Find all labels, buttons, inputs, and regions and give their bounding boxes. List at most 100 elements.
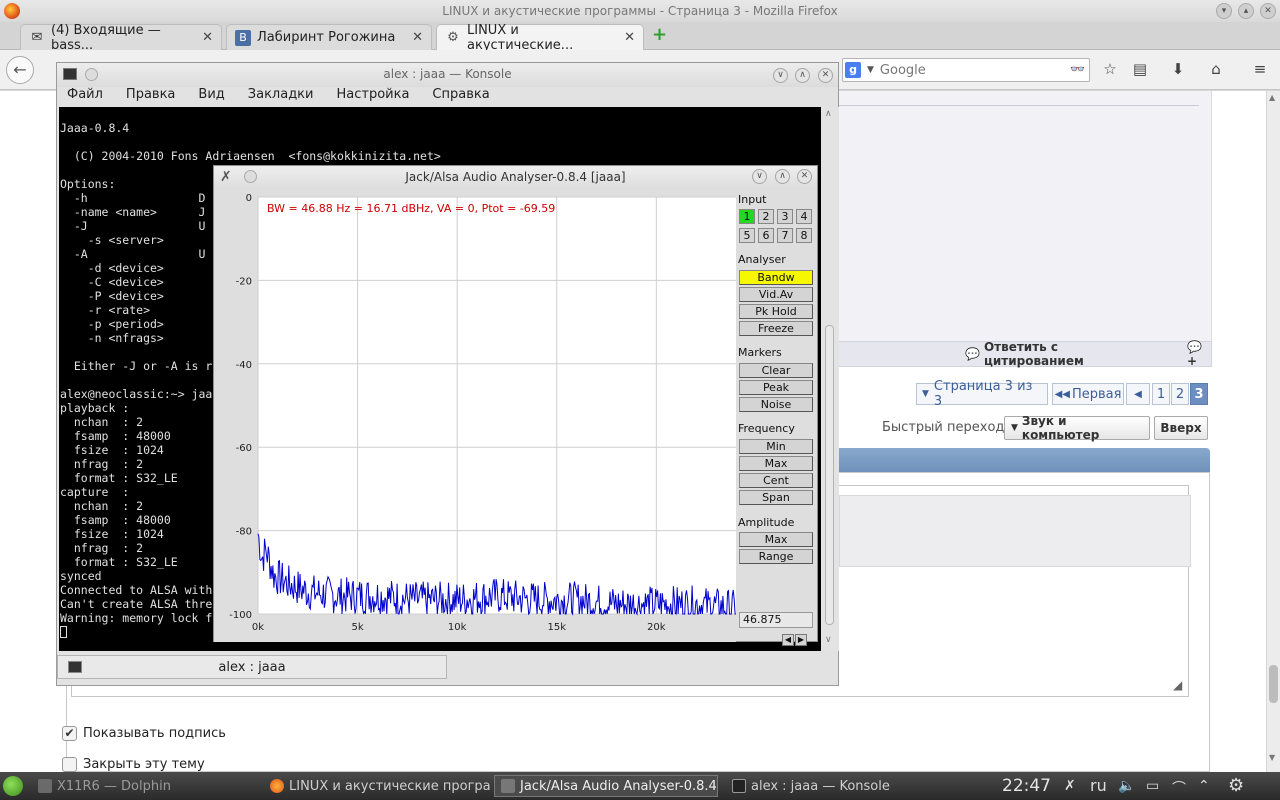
input-6-button[interactable]: 6	[758, 228, 774, 243]
tray-expand-icon[interactable]: ⌃	[1198, 778, 1210, 794]
bookmark-star-icon[interactable]: ☆	[1100, 60, 1120, 80]
clock[interactable]: 22:47	[1002, 776, 1051, 796]
menu-view[interactable]: Вид	[198, 87, 235, 107]
show-signature-option[interactable]: ✔ Показывать подпись	[62, 726, 226, 741]
battery-icon[interactable]: ▭	[1146, 778, 1159, 794]
y-tick-label: -20	[236, 276, 252, 287]
vidav-button[interactable]: Vid.Av	[739, 287, 813, 302]
freeze-button[interactable]: Freeze	[739, 321, 813, 336]
close-icon[interactable]: ✕	[797, 169, 812, 184]
firefox-window-title: LINUX и акустические программы - Страниц…	[442, 4, 838, 18]
input-1-button[interactable]: 1	[739, 209, 755, 224]
chevron-down-icon: ▼	[1011, 423, 1018, 433]
multiquote-icon[interactable]: 💬+	[1187, 340, 1211, 368]
input-4-button[interactable]: 4	[796, 209, 812, 224]
quick-jump-select[interactable]: ▼ Звук и компьютер	[1004, 414, 1150, 442]
terminal-scrollbar-thumb[interactable]	[825, 325, 834, 625]
amp-range-button[interactable]: Range	[739, 549, 813, 564]
resize-grip-icon[interactable]: ◢	[1173, 678, 1182, 692]
markers-clear-button[interactable]: Clear	[739, 363, 813, 378]
new-tab-plus-icon[interactable]: +	[652, 24, 667, 45]
markers-noise-button[interactable]: Noise	[739, 397, 813, 412]
tab-linux-acoustic[interactable]: ⚙ LINUX и акустические... ✕	[436, 23, 644, 53]
minimize-icon[interactable]: ▾	[1216, 3, 1232, 19]
left-arrow-icon[interactable]: ◀	[782, 634, 794, 646]
spectrum-plot-area[interactable]: 0 -20 -40 -60 -80 -100 0k 5k 10k 15k 20k BW = 46.…	[214, 188, 736, 642]
start-menu-icon[interactable]	[3, 776, 23, 796]
page-1-link[interactable]: 1	[1152, 383, 1170, 405]
home-icon[interactable]: ⌂	[1206, 60, 1226, 80]
page-summary-dropdown[interactable]: ▼ Страница 3 из 3	[916, 379, 1048, 409]
freq-max-button[interactable]: Max	[739, 456, 813, 471]
system-settings-icon[interactable]: ⚙	[1228, 775, 1244, 796]
spectrum-chart[interactable]: 0 -20 -40 -60 -80 -100 0k 5k 10k 15k 20k BW = 46.…	[214, 188, 736, 642]
keyboard-layout[interactable]: ru	[1090, 776, 1107, 795]
page-scrollbar[interactable]: ▲ ▼	[1266, 91, 1280, 772]
close-topic-option[interactable]: Закрыть эту тему	[62, 757, 205, 772]
freq-min-button[interactable]: Min	[739, 439, 813, 454]
tab-inbox[interactable]: ✉ (4) Входящие — bass... ✕	[20, 22, 222, 53]
first-page-button[interactable]: ◀◀ Первая	[1052, 383, 1124, 405]
konsole-title: alex : jaaa — Konsole	[383, 67, 512, 81]
reply-quote-link[interactable]: Ответить с цитированием	[984, 340, 1155, 368]
close-icon[interactable]: ✕	[1260, 3, 1276, 19]
markers-peak-button[interactable]: Peak	[739, 380, 813, 395]
maximize-icon[interactable]: ∧	[795, 68, 810, 83]
right-arrow-icon[interactable]: ▶	[795, 634, 807, 646]
tools-tray-icon[interactable]: ✗	[1064, 778, 1076, 794]
menu-help[interactable]: Справка	[432, 87, 500, 107]
tab-close-icon[interactable]: ✕	[412, 30, 423, 45]
tab-close-icon[interactable]: ✕	[624, 30, 635, 45]
input-2-button[interactable]: 2	[758, 209, 774, 224]
amp-max-button[interactable]: Max	[739, 532, 813, 547]
taskbar-item-firefox[interactable]: LINUX и акустические програ	[264, 775, 492, 797]
menu-file[interactable]: Файл	[67, 87, 114, 107]
input-8-button[interactable]: 8	[796, 228, 812, 243]
pkhold-button[interactable]: Pk Hold	[739, 304, 813, 319]
network-icon[interactable]: ⌒	[1172, 778, 1186, 798]
page-2-link[interactable]: 2	[1171, 383, 1189, 405]
x-axis-ticks: 0k 5k 10k 15k 20k	[252, 622, 666, 633]
chevron-down-icon[interactable]: ▼	[867, 65, 874, 75]
bookmarks-list-icon[interactable]: ▤	[1130, 60, 1150, 80]
page-scrollbar-thumb[interactable]	[1269, 665, 1278, 703]
konsole-tab[interactable]: alex : jaaa	[57, 655, 447, 679]
tab-label: (4) Входящие — bass...	[51, 22, 161, 53]
tab-labirint[interactable]: B Лабиринт Рогожина ✕	[226, 24, 432, 50]
terminal-cursor	[60, 626, 67, 638]
menu-bookmarks[interactable]: Закладки	[248, 87, 325, 107]
maximize-icon[interactable]: ∧	[775, 169, 790, 184]
input-5-button[interactable]: 5	[739, 228, 755, 243]
taskbar-item-dolphin[interactable]: X11R6 — Dolphin	[32, 775, 262, 797]
input-7-button[interactable]: 7	[777, 228, 793, 243]
menu-settings[interactable]: Настройка	[336, 87, 420, 107]
terminal-scrollbar[interactable]: ∧ ∨	[821, 107, 839, 651]
checkbox-checked-icon[interactable]: ✔	[62, 726, 77, 741]
hamburger-menu-icon[interactable]: ≡	[1250, 60, 1270, 80]
checkbox-unchecked[interactable]	[62, 757, 77, 772]
close-icon[interactable]: ✕	[818, 68, 833, 83]
back-arrow-icon[interactable]: ←	[6, 56, 34, 84]
minimize-icon[interactable]: ∨	[773, 68, 788, 83]
taskbar-item-jaaa[interactable]: Jack/Alsa Audio Analyser-0.8.4	[494, 775, 718, 797]
y-axis-ticks: 0 -20 -40 -60 -80 -100	[229, 193, 252, 621]
search-input[interactable]	[879, 62, 1060, 78]
download-arrow-icon[interactable]: ⬇	[1168, 60, 1188, 80]
bandw-button[interactable]: Bandw	[739, 270, 813, 285]
top-button[interactable]: Вверх	[1154, 416, 1208, 440]
menu-edit[interactable]: Правка	[126, 87, 186, 107]
search-box[interactable]: g ▼ 👓	[842, 58, 1090, 82]
minimize-icon[interactable]: ∨	[752, 169, 767, 184]
jaaa-icon	[501, 779, 515, 793]
taskbar-item-konsole[interactable]: alex : jaaa — Konsole	[726, 775, 954, 797]
tab-close-icon[interactable]: ✕	[202, 30, 213, 45]
volume-icon[interactable]: 🔈	[1118, 778, 1135, 794]
binoculars-icon[interactable]: 👓	[1070, 62, 1085, 76]
prev-page-button[interactable]: ◀	[1126, 383, 1150, 405]
freq-cent-button[interactable]: Cent	[739, 473, 813, 488]
maximize-icon[interactable]: ▴	[1238, 3, 1254, 19]
freq-span-button[interactable]: Span	[739, 490, 813, 505]
value-field[interactable]: 46.875	[739, 612, 813, 628]
input-3-button[interactable]: 3	[777, 209, 793, 224]
